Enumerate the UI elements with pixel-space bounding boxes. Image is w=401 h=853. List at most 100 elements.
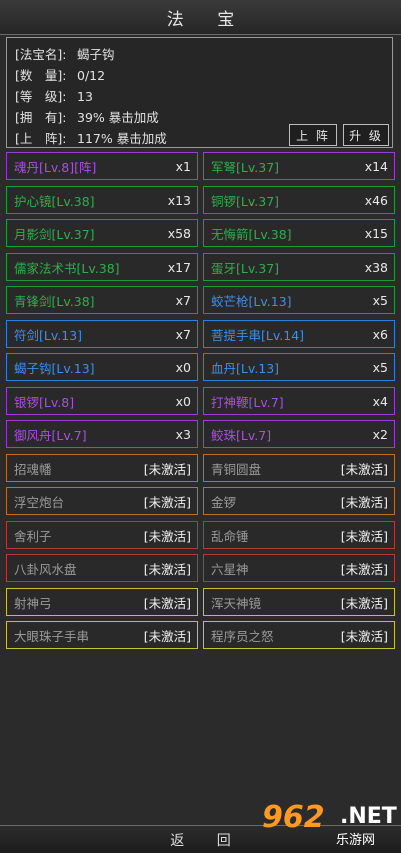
info-name-row: [法宝名]: 蝎子钩 xyxy=(15,44,115,63)
item-left-12[interactable]: 八卦风水盘 [未激活] xyxy=(6,554,198,582)
item-left-1[interactable]: 护心镜[Lv.38] x13 xyxy=(6,186,198,214)
item-name: 青锋剑[Lv.38] xyxy=(14,293,95,309)
item-count: [未激活] xyxy=(143,528,191,544)
item-count: x14 xyxy=(364,158,388,174)
item-name: 八卦风水盘 xyxy=(14,561,77,577)
title-bar: 法 宝 xyxy=(0,0,401,35)
item-name: 月影剑[Lv.37] xyxy=(14,226,95,242)
item-name: 血丹[Lv.13] xyxy=(211,360,280,376)
item-name: 御风舟[Lv.7] xyxy=(14,427,87,443)
item-count: [未激活] xyxy=(340,595,388,611)
item-name: 蝎子钩[Lv.13] xyxy=(14,360,95,376)
info-own-value: 39% 暴击加成 xyxy=(77,110,159,125)
item-left-8[interactable]: 御风舟[Lv.7] x3 xyxy=(6,420,198,448)
item-left-3[interactable]: 儒家法术书[Lv.38] x17 xyxy=(6,253,198,281)
watermark-logo: 962 .NET 乐游网 xyxy=(262,800,397,850)
info-level-label: [等 级]: xyxy=(15,89,67,104)
info-level-value: 13 xyxy=(77,89,93,104)
item-right-0[interactable]: 军弩[Lv.37] x14 xyxy=(203,152,395,180)
item-name: 军弩[Lv.37] xyxy=(211,159,280,175)
info-count-value: 0/12 xyxy=(77,68,106,83)
item-name: 青铜圆盘 xyxy=(211,461,262,477)
item-count: x7 xyxy=(175,326,191,342)
watermark-net: .NET xyxy=(340,804,397,829)
item-right-9[interactable]: 青铜圆盘 [未激活] xyxy=(203,454,395,482)
info-own-row: [拥 有]: 39% 暴击加成 xyxy=(15,107,159,126)
item-count: x13 xyxy=(167,192,191,208)
item-count: [未激活] xyxy=(340,461,388,477)
item-left-4[interactable]: 青锋剑[Lv.38] x7 xyxy=(6,286,198,314)
item-count: [未激活] xyxy=(143,494,191,510)
item-right-12[interactable]: 六星神 [未激活] xyxy=(203,554,395,582)
info-count-label: [数 量]: xyxy=(15,68,67,83)
item-right-4[interactable]: 蛟芒枪[Lv.13] x5 xyxy=(203,286,395,314)
item-count: x2 xyxy=(372,426,388,442)
item-count: x3 xyxy=(175,426,191,442)
item-left-14[interactable]: 大眼珠子手串 [未激活] xyxy=(6,621,198,649)
item-name: 打神鞭[Lv.7] xyxy=(211,394,284,410)
upgrade-button[interactable]: 升 级 xyxy=(343,124,389,146)
item-count: x6 xyxy=(372,326,388,342)
item-count: x38 xyxy=(364,259,388,275)
item-count: x7 xyxy=(175,292,191,308)
item-name: 舍利子 xyxy=(14,528,52,544)
watermark-sub: 乐游网 xyxy=(336,833,376,848)
item-right-7[interactable]: 打神鞭[Lv.7] x4 xyxy=(203,387,395,415)
item-name: 魂丹[Lv.8][阵] xyxy=(14,159,97,175)
item-name: 符剑[Lv.13] xyxy=(14,327,83,343)
item-left-7[interactable]: 银锣[Lv.8] x0 xyxy=(6,387,198,415)
deploy-button[interactable]: 上 阵 xyxy=(289,124,337,146)
item-name: 六星神 xyxy=(211,561,249,577)
item-right-14[interactable]: 程序员之怒 [未激活] xyxy=(203,621,395,649)
item-name: 程序员之怒 xyxy=(211,628,274,644)
item-left-10[interactable]: 浮空炮台 [未激活] xyxy=(6,487,198,515)
item-right-13[interactable]: 浑天神镜 [未激活] xyxy=(203,588,395,616)
item-name: 菩提手串[Lv.14] xyxy=(211,327,305,343)
item-left-5[interactable]: 符剑[Lv.13] x7 xyxy=(6,320,198,348)
item-count: [未激活] xyxy=(143,461,191,477)
item-left-0[interactable]: 魂丹[Lv.8][阵] x1 xyxy=(6,152,198,180)
item-count: [未激活] xyxy=(143,561,191,577)
treasure-info-panel: [法宝名]: 蝎子钩 [数 量]: 0/12 [等 级]: 13 [拥 有]: 39% … xyxy=(6,37,393,148)
item-right-5[interactable]: 菩提手串[Lv.14] x6 xyxy=(203,320,395,348)
item-name: 鲛珠[Lv.7] xyxy=(211,427,272,443)
item-name: 射神弓 xyxy=(14,595,52,611)
item-name: 浑天神镜 xyxy=(211,595,262,611)
item-left-11[interactable]: 舍利子 [未激活] xyxy=(6,521,198,549)
back-button[interactable]: 返 回 xyxy=(156,830,244,850)
item-name: 铜锣[Lv.37] xyxy=(211,193,280,209)
item-count: x5 xyxy=(372,359,388,375)
item-left-6[interactable]: 蝎子钩[Lv.13] x0 xyxy=(6,353,198,381)
item-right-11[interactable]: 乱命锤 [未激活] xyxy=(203,521,395,549)
item-left-2[interactable]: 月影剑[Lv.37] x58 xyxy=(6,219,198,247)
item-count: [未激活] xyxy=(143,628,191,644)
item-name: 蛋牙[Lv.37] xyxy=(211,260,280,276)
info-deploy-row: [上 阵]: 117% 暴击加成 xyxy=(15,128,167,147)
info-name-label: [法宝名]: xyxy=(15,47,67,62)
item-name: 儒家法术书[Lv.38] xyxy=(14,260,120,276)
item-count: x46 xyxy=(364,192,388,208)
item-count: [未激活] xyxy=(340,628,388,644)
info-level-row: [等 级]: 13 xyxy=(15,86,93,105)
item-name: 大眼珠子手串 xyxy=(14,628,90,644)
info-own-label: [拥 有]: xyxy=(15,110,67,125)
item-count: x0 xyxy=(175,393,191,409)
item-left-9[interactable]: 招魂幡 [未激活] xyxy=(6,454,198,482)
item-right-1[interactable]: 铜锣[Lv.37] x46 xyxy=(203,186,395,214)
item-right-2[interactable]: 无悔箭[Lv.38] x15 xyxy=(203,219,395,247)
item-count: [未激活] xyxy=(340,528,388,544)
item-count: x4 xyxy=(372,393,388,409)
item-name: 招魂幡 xyxy=(14,461,52,477)
info-count-row: [数 量]: 0/12 xyxy=(15,65,105,84)
item-right-3[interactable]: 蛋牙[Lv.37] x38 xyxy=(203,253,395,281)
item-right-8[interactable]: 鲛珠[Lv.7] x2 xyxy=(203,420,395,448)
item-name: 银锣[Lv.8] xyxy=(14,394,75,410)
item-right-10[interactable]: 金锣 [未激活] xyxy=(203,487,395,515)
item-name: 金锣 xyxy=(211,494,237,510)
item-right-6[interactable]: 血丹[Lv.13] x5 xyxy=(203,353,395,381)
item-name: 乱命锤 xyxy=(211,528,249,544)
item-name: 护心镜[Lv.38] xyxy=(14,193,95,209)
info-deploy-value: 117% 暴击加成 xyxy=(77,131,167,146)
item-left-13[interactable]: 射神弓 [未激活] xyxy=(6,588,198,616)
item-count: [未激活] xyxy=(340,561,388,577)
